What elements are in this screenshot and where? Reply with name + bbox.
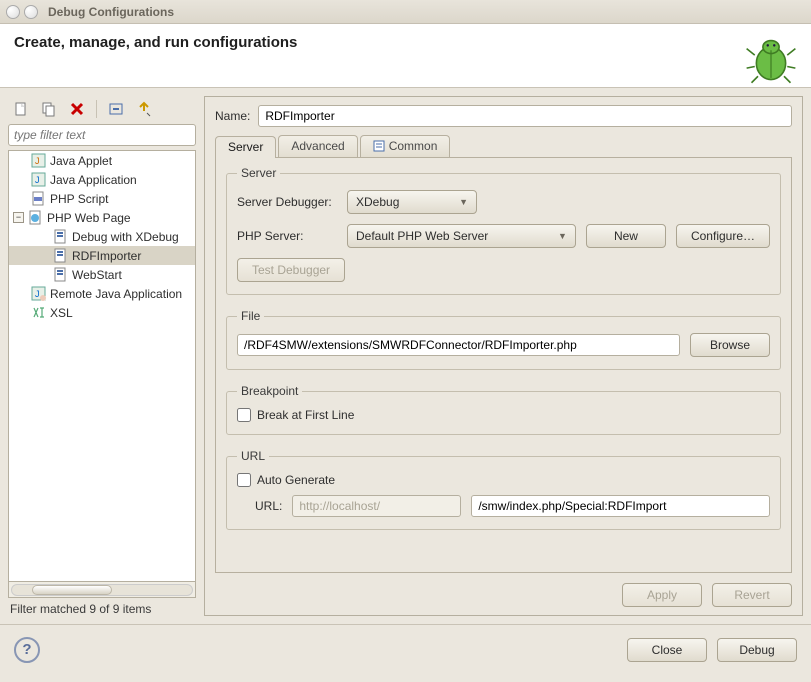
remote-java-icon: J <box>31 286 46 301</box>
php-server-select[interactable]: Default PHP Web Server ▼ <box>347 224 576 248</box>
tree-label: PHP Web Page <box>47 211 131 225</box>
tree-label: Debug with XDebug <box>72 230 179 244</box>
filter-icon[interactable] <box>133 99 155 119</box>
dialog-header: Create, manage, and run configurations <box>0 24 811 88</box>
collapse-all-icon[interactable] <box>105 99 127 119</box>
window-minimize-btn[interactable] <box>24 5 38 19</box>
filter-status: Filter matched 9 of 9 items <box>8 598 196 616</box>
header-title: Create, manage, and run configurations <box>14 34 297 79</box>
tree-label: XSL <box>50 306 73 320</box>
launch-config-icon <box>53 267 68 282</box>
window-titlebar: Debug Configurations <box>0 0 811 24</box>
tree-item-java-application[interactable]: J Java Application <box>9 170 195 189</box>
debugger-label: Server Debugger: <box>237 195 337 209</box>
server-legend: Server <box>237 166 280 180</box>
configure-server-button[interactable]: Configure… <box>676 224 770 248</box>
new-config-icon[interactable] <box>10 99 32 119</box>
tree-label: RDFImporter <box>72 249 141 263</box>
url-path-input[interactable] <box>471 495 770 517</box>
tree-item-xsl[interactable]: XSL <box>9 303 195 322</box>
java-applet-icon: J <box>31 153 46 168</box>
debugger-value: XDebug <box>356 195 399 209</box>
config-toolbar <box>8 96 196 124</box>
launch-config-icon <box>53 229 68 244</box>
close-button[interactable]: Close <box>627 638 707 662</box>
tree-horizontal-scrollbar[interactable] <box>8 582 196 598</box>
php-web-icon <box>28 210 43 225</box>
php-server-label: PHP Server: <box>237 229 337 243</box>
config-tree[interactable]: J Java Applet J Java Application PHP Scr… <box>8 150 196 582</box>
svg-text:J: J <box>35 289 40 299</box>
browse-button[interactable]: Browse <box>690 333 770 357</box>
revert-button: Revert <box>712 583 792 607</box>
chevron-down-icon: ▼ <box>459 197 468 207</box>
tree-label: WebStart <box>72 268 122 282</box>
java-app-icon: J <box>31 172 46 187</box>
server-panel: Server Server Debugger: XDebug ▼ PHP Ser… <box>215 158 792 573</box>
break-first-line-check[interactable]: Break at First Line <box>237 408 770 422</box>
tab-common[interactable]: Common <box>360 135 451 157</box>
tree-item-webstart[interactable]: WebStart <box>9 265 195 284</box>
tab-label: Advanced <box>291 139 344 153</box>
xsl-icon <box>31 305 46 320</box>
auto-generate-checkbox[interactable] <box>237 473 251 487</box>
filter-input[interactable] <box>8 124 196 146</box>
tree-item-debug-xdebug[interactable]: Debug with XDebug <box>9 227 195 246</box>
test-debugger-button: Test Debugger <box>237 258 345 282</box>
check-label: Auto Generate <box>257 473 335 487</box>
name-label: Name: <box>215 109 250 123</box>
file-input[interactable] <box>237 334 680 356</box>
toolbar-separator <box>96 100 97 118</box>
tab-bar: Server Advanced Common <box>215 135 792 158</box>
svg-text:J: J <box>35 175 40 185</box>
check-label: Break at First Line <box>257 408 354 422</box>
chevron-down-icon: ▼ <box>558 231 567 241</box>
server-fieldset: Server Server Debugger: XDebug ▼ PHP Ser… <box>226 166 781 295</box>
debugger-select[interactable]: XDebug ▼ <box>347 190 477 214</box>
break-first-line-checkbox[interactable] <box>237 408 251 422</box>
tab-advanced[interactable]: Advanced <box>278 135 357 157</box>
bug-icon <box>745 34 797 79</box>
file-legend: File <box>237 309 264 323</box>
url-fieldset: URL Auto Generate URL: <box>226 449 781 530</box>
tree-item-php-web-page[interactable]: − PHP Web Page <box>9 208 195 227</box>
help-icon[interactable]: ? <box>14 637 40 663</box>
tab-server[interactable]: Server <box>215 136 276 158</box>
php-server-value: Default PHP Web Server <box>356 229 488 243</box>
new-server-button[interactable]: New <box>586 224 666 248</box>
tree-item-rdfimporter[interactable]: RDFImporter <box>9 246 195 265</box>
name-input[interactable] <box>258 105 792 127</box>
tree-label: Java Application <box>50 173 137 187</box>
collapse-icon[interactable]: − <box>13 212 24 223</box>
tree-item-remote-java[interactable]: J Remote Java Application <box>9 284 195 303</box>
tree-label: Remote Java Application <box>50 287 182 301</box>
window-close-btn[interactable] <box>6 5 20 19</box>
tree-label: PHP Script <box>50 192 108 206</box>
tab-label: Common <box>389 139 438 153</box>
tree-item-java-applet[interactable]: J Java Applet <box>9 151 195 170</box>
url-host-input <box>292 495 461 517</box>
svg-text:J: J <box>35 156 40 166</box>
tab-label: Server <box>228 140 263 154</box>
tree-label: Java Applet <box>50 154 112 168</box>
url-label: URL: <box>255 499 282 513</box>
php-script-icon <box>31 191 46 206</box>
debug-button[interactable]: Debug <box>717 638 797 662</box>
delete-config-icon[interactable] <box>66 99 88 119</box>
common-tab-icon <box>373 140 385 152</box>
duplicate-config-icon[interactable] <box>38 99 60 119</box>
file-fieldset: File Browse <box>226 309 781 370</box>
auto-generate-check[interactable]: Auto Generate <box>237 473 770 487</box>
url-legend: URL <box>237 449 269 463</box>
launch-config-icon <box>53 248 68 263</box>
tree-item-php-script[interactable]: PHP Script <box>9 189 195 208</box>
breakpoint-fieldset: Breakpoint Break at First Line <box>226 384 781 435</box>
dialog-footer: ? Close Debug <box>0 624 811 674</box>
breakpoint-legend: Breakpoint <box>237 384 302 398</box>
apply-button: Apply <box>622 583 702 607</box>
window-title: Debug Configurations <box>48 5 174 19</box>
